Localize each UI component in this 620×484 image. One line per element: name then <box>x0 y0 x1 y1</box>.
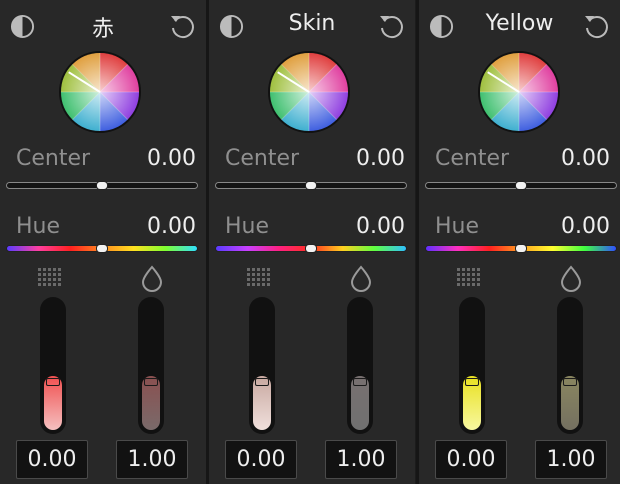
bypass-icon[interactable] <box>219 14 244 39</box>
luminance-slider[interactable] <box>138 297 164 434</box>
luminance-handle[interactable] <box>563 377 577 386</box>
center-label: Center <box>16 146 91 171</box>
hue-slider[interactable] <box>215 245 407 252</box>
saturation-handle[interactable] <box>46 377 60 386</box>
saturation-slider[interactable] <box>40 297 66 434</box>
hue-slider[interactable] <box>6 245 198 252</box>
saturation-value-box[interactable]: 0.00 <box>16 440 88 479</box>
bypass-icon[interactable] <box>429 14 454 39</box>
center-slider-knob[interactable] <box>306 182 316 189</box>
center-slider[interactable] <box>215 182 407 189</box>
panel-0: 赤 Center 0.00 Hue 0.00 0.00 1.00 <box>0 0 206 484</box>
luminance-slider[interactable] <box>557 297 583 434</box>
center-value[interactable]: 0.00 <box>356 146 405 171</box>
saturation-slider[interactable] <box>459 297 485 434</box>
center-label: Center <box>225 146 300 171</box>
saturation-handle[interactable] <box>465 377 479 386</box>
luminance-value-box[interactable]: 1.00 <box>116 440 188 479</box>
dot-grid-icon <box>38 268 61 286</box>
color-wheel[interactable] <box>478 51 560 133</box>
center-value[interactable]: 0.00 <box>147 146 196 171</box>
panel-title: Skin <box>288 11 336 36</box>
panel-title: Yellow <box>485 11 554 36</box>
hue-slider-knob[interactable] <box>306 245 316 252</box>
color-wheel[interactable] <box>268 51 350 133</box>
center-slider[interactable] <box>425 182 617 189</box>
luminance-handle[interactable] <box>144 377 158 386</box>
hue-label: Hue <box>16 214 61 239</box>
drop-icon <box>141 265 163 292</box>
reset-icon[interactable] <box>168 12 196 40</box>
color-correction-panels: 赤 Center 0.00 Hue 0.00 0.00 1.00 Skin Ce… <box>0 0 620 484</box>
dot-grid-icon <box>247 268 270 286</box>
hue-label: Hue <box>225 214 270 239</box>
hue-value[interactable]: 0.00 <box>147 214 196 239</box>
center-label: Center <box>435 146 510 171</box>
luminance-value-box[interactable]: 1.00 <box>535 440 607 479</box>
center-slider[interactable] <box>6 182 198 189</box>
reset-icon[interactable] <box>582 12 610 40</box>
luminance-handle[interactable] <box>353 377 367 386</box>
drop-icon <box>350 265 372 292</box>
dot-grid-icon <box>457 268 480 286</box>
hue-label: Hue <box>435 214 480 239</box>
hue-slider[interactable] <box>425 245 617 252</box>
hue-slider-knob[interactable] <box>516 245 526 252</box>
saturation-value-box[interactable]: 0.00 <box>435 440 507 479</box>
center-slider-knob[interactable] <box>97 182 107 189</box>
drop-icon <box>560 265 582 292</box>
color-wheel[interactable] <box>59 51 141 133</box>
panel-1: Skin Center 0.00 Hue 0.00 0.00 1.00 <box>209 0 415 484</box>
luminance-slider[interactable] <box>347 297 373 434</box>
saturation-handle[interactable] <box>255 377 269 386</box>
saturation-value-box[interactable]: 0.00 <box>225 440 297 479</box>
center-slider-knob[interactable] <box>516 182 526 189</box>
reset-icon[interactable] <box>377 12 405 40</box>
saturation-slider[interactable] <box>249 297 275 434</box>
panel-title: 赤 <box>91 17 114 42</box>
bypass-icon[interactable] <box>10 14 35 39</box>
hue-value[interactable]: 0.00 <box>356 214 405 239</box>
hue-value[interactable]: 0.00 <box>561 214 610 239</box>
panel-2: Yellow Center 0.00 Hue 0.00 0.00 1.00 <box>419 0 620 484</box>
luminance-value-box[interactable]: 1.00 <box>325 440 397 479</box>
hue-slider-knob[interactable] <box>97 245 107 252</box>
center-value[interactable]: 0.00 <box>561 146 610 171</box>
